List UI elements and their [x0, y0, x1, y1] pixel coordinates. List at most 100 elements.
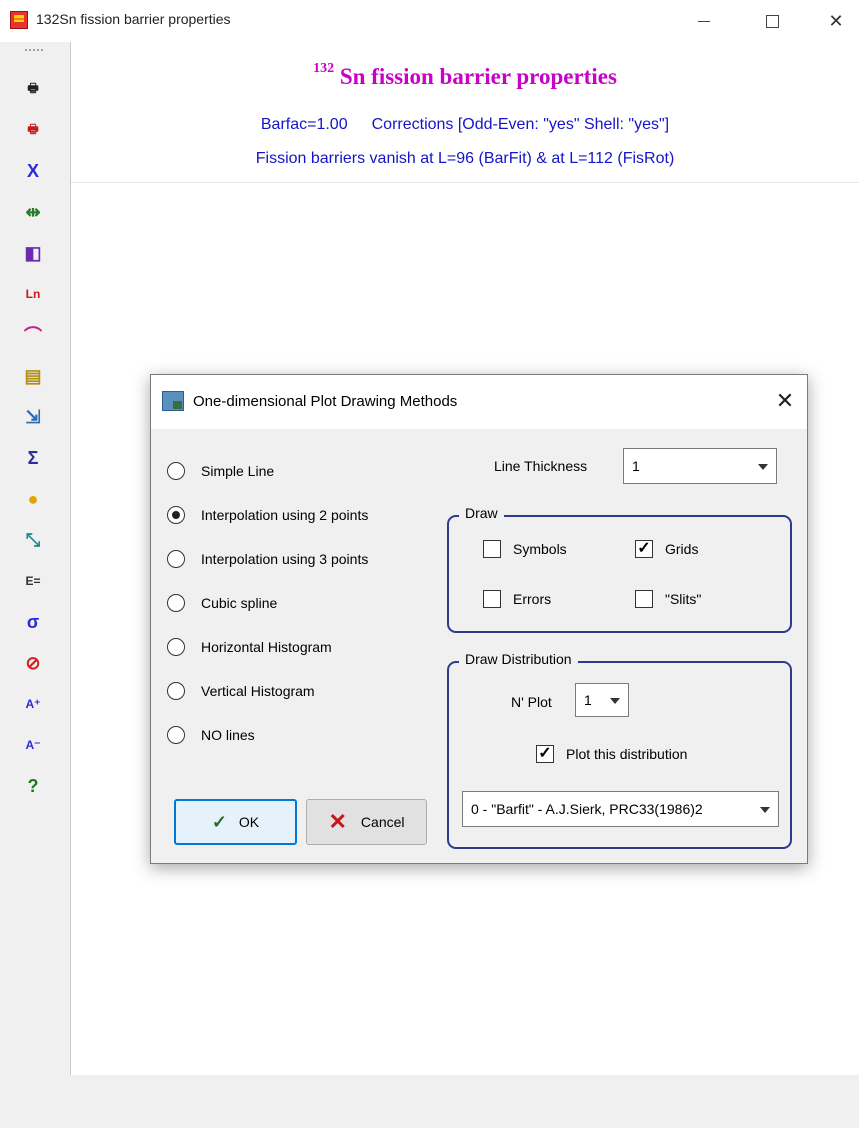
grids-label: Grids — [665, 541, 699, 557]
draw-group-title: Draw — [459, 505, 504, 521]
log-scale-icon[interactable]: Ln — [20, 281, 46, 307]
grids-checkbox-box[interactable]: ✓ — [635, 540, 653, 558]
plot-settings-line: Barfac=1.00 Corrections [Odd-Even: "yes" … — [71, 116, 859, 134]
fit-icon[interactable]: ⤡ — [20, 527, 46, 553]
slits-label: "Slits" — [665, 591, 702, 607]
distribution-groupbox: Draw Distribution N' Plot 1 ✓ Plot this … — [447, 651, 792, 849]
plot-area: 132 Sn fission barrier properties Barfac… — [71, 42, 859, 183]
nplot-label: N' Plot — [511, 694, 552, 710]
window-title: 132Sn fission barrier properties — [36, 11, 231, 27]
radio-button[interactable] — [167, 682, 185, 700]
method-label: Vertical Histogram — [201, 683, 315, 699]
formula-icon[interactable]: E= — [20, 568, 46, 594]
checkmark-icon: ✓ — [211, 811, 227, 832]
method-label: Cubic spline — [201, 595, 278, 611]
chevron-down-icon — [610, 698, 620, 704]
radio-button[interactable] — [167, 594, 185, 612]
left-toolbar: 🖶 🖶 X ⇹ ◧ Ln ⌒ ▤ ⇲ Σ ● ⤡ E= σ ⊘ A⁺ A⁻? — [0, 42, 71, 1075]
plot-title-text: Sn fission barrier properties — [334, 64, 617, 89]
app-icon — [10, 11, 28, 29]
chevron-down-icon — [760, 807, 770, 813]
maximize-button[interactable] — [749, 4, 795, 38]
plot-distribution-label: Plot this distribution — [566, 746, 688, 762]
print-icon[interactable]: 🖶 — [20, 76, 46, 102]
method-radio-option[interactable]: Interpolation using 2 points — [167, 504, 368, 526]
export-data-icon[interactable]: ⇲ — [20, 404, 46, 430]
method-label: Horizontal Histogram — [201, 639, 332, 655]
slits-checkbox[interactable]: "Slits" — [635, 588, 701, 610]
statistics-icon[interactable]: Σ — [20, 445, 46, 471]
dialog-close-button[interactable]: ✕ — [771, 387, 799, 415]
radio-button[interactable] — [167, 638, 185, 656]
value-table-icon[interactable]: ▤ — [20, 363, 46, 389]
font-decrease-icon[interactable]: A⁻ — [20, 732, 46, 758]
method-label: Interpolation using 2 points — [201, 507, 369, 523]
line-thickness-label: Line Thickness — [494, 458, 588, 474]
status-bar — [0, 1075, 859, 1128]
cancel-label: Cancel — [360, 814, 405, 830]
symbols-label: Symbols — [513, 541, 567, 557]
cancel-x-icon: ✕ — [328, 809, 347, 834]
chevron-down-icon — [758, 464, 768, 470]
distribution-source-value: 0 - "Barfit" - A.J.Sierk, PRC33(1986)2 — [471, 801, 703, 817]
barrier-vanish-text: Fission barriers vanish at L=96 (BarFit)… — [255, 150, 675, 167]
close-button[interactable]: ✕ — [813, 4, 859, 38]
method-radio-option[interactable]: Horizontal Histogram — [167, 636, 332, 658]
plot-title-mass: 132 — [313, 61, 335, 77]
barfac-text: Barfac=1.00 — [260, 116, 348, 133]
radio-button[interactable] — [167, 506, 185, 524]
radio-button[interactable] — [167, 462, 185, 480]
method-label: Simple Line — [201, 463, 275, 479]
dialog-title: One-dimensional Plot Drawing Methods — [193, 393, 458, 410]
scatter-scale-icon[interactable]: ⇹ — [20, 199, 46, 225]
symbols-checkbox[interactable]: Symbols — [483, 538, 567, 560]
dialog-titlebar[interactable]: One-dimensional Plot Drawing Methods ✕ — [151, 375, 807, 429]
sigma-icon[interactable]: σ — [20, 609, 46, 635]
nplot-value: 1 — [584, 692, 592, 708]
distribution-source-select[interactable]: 0 - "Barfit" - A.J.Sierk, PRC33(1986)2 — [462, 791, 779, 827]
radio-button[interactable] — [167, 550, 185, 568]
method-radio-option[interactable]: Vertical Histogram — [167, 680, 315, 702]
dialog-app-icon — [162, 391, 184, 411]
errors-checkbox[interactable]: Errors — [483, 588, 551, 610]
minimize-button[interactable] — [681, 4, 727, 38]
help-icon[interactable]: ? — [20, 773, 46, 799]
method-label: Interpolation using 3 points — [201, 551, 369, 567]
window-titlebar[interactable]: 132Sn fission barrier properties ✕ — [0, 0, 859, 42]
plot-title: 132 Sn fission barrier properties — [71, 61, 859, 90]
ok-label: OK — [238, 814, 260, 830]
print-color-icon[interactable]: 🖶 — [20, 117, 46, 143]
font-increase-icon[interactable]: A⁺ — [20, 691, 46, 717]
ok-button[interactable]: ✓ OK — [174, 799, 297, 845]
curve-icon[interactable]: ⌒ — [20, 322, 46, 348]
method-radio-option[interactable]: Interpolation using 3 points — [167, 548, 368, 570]
slits-checkbox-box[interactable] — [635, 590, 653, 608]
minimize-icon — [698, 20, 710, 22]
method-radio-option[interactable]: NO lines — [167, 724, 255, 746]
symbols-checkbox-box[interactable] — [483, 540, 501, 558]
close-icon: ✕ — [828, 10, 844, 31]
nucleus-icon[interactable]: ● — [20, 486, 46, 512]
plot-distribution-checkbox-box[interactable]: ✓ — [536, 745, 554, 763]
grids-checkbox[interactable]: ✓ Grids — [635, 538, 698, 560]
maximize-icon — [765, 14, 779, 28]
x-axis-icon[interactable]: X — [20, 158, 46, 184]
line-thickness-value: 1 — [632, 458, 640, 474]
draw-groupbox: Draw Symbols ✓ Grids Errors "Slits" — [447, 505, 792, 633]
color-palette-icon[interactable]: ◧ — [20, 240, 46, 266]
line-thickness-select[interactable]: 1 — [623, 448, 777, 484]
toolbar-grip[interactable] — [24, 48, 44, 52]
method-radio-option[interactable]: Cubic spline — [167, 592, 277, 614]
nplot-select[interactable]: 1 — [575, 683, 629, 717]
cancel-button[interactable]: ✕ Cancel — [306, 799, 427, 845]
no-draw-icon[interactable]: ⊘ — [20, 650, 46, 676]
corrections-text: Corrections [Odd-Even: "yes" Shell: "yes… — [371, 116, 670, 133]
errors-label: Errors — [513, 591, 552, 607]
method-radio-option[interactable]: Simple Line — [167, 460, 274, 482]
radio-button[interactable] — [167, 726, 185, 744]
plot-methods-dialog: One-dimensional Plot Drawing Methods ✕ S… — [150, 374, 808, 864]
errors-checkbox-box[interactable] — [483, 590, 501, 608]
distribution-group-title: Draw Distribution — [459, 651, 578, 667]
plot-distribution-checkbox[interactable]: ✓ Plot this distribution — [536, 743, 687, 765]
method-label: NO lines — [201, 727, 255, 743]
